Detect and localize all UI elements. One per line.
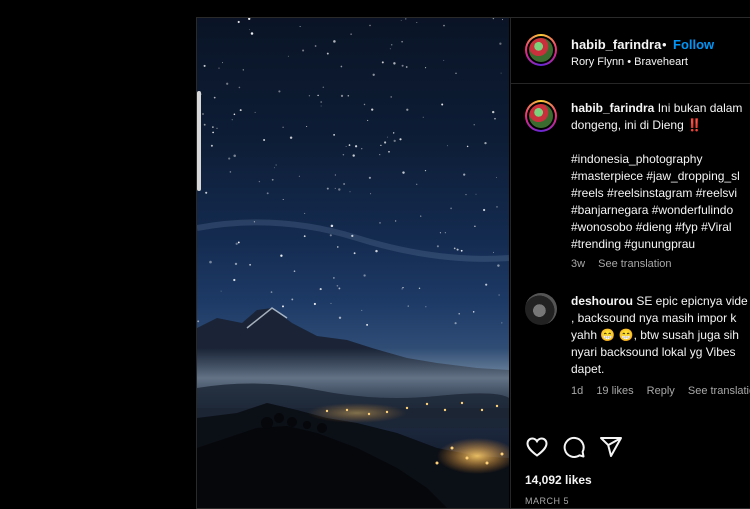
reply-button[interactable]: Reply xyxy=(647,385,675,397)
author-avatar[interactable] xyxy=(525,34,557,66)
comment-line: SE epic epicnya vide xyxy=(633,294,748,308)
comment-time: 1d xyxy=(571,385,584,397)
caption-username[interactable]: habib_farindra xyxy=(571,101,654,115)
media-scroll-handle[interactable] xyxy=(197,91,201,191)
comment-meta: 1d 19 likes Reply See translatio xyxy=(571,385,750,397)
caption-line xyxy=(571,134,750,151)
audio-attribution[interactable]: Rory Flynn • Braveheart xyxy=(571,56,688,68)
comment-line: nyari backsound lokal yg Vibes xyxy=(571,345,736,359)
comment-likes[interactable]: 19 likes xyxy=(596,385,633,397)
caption-line: Ini bukan dalam xyxy=(654,101,743,115)
follow-button[interactable]: Follow xyxy=(673,37,714,52)
instagram-post: habib_farindra • Follow Rory Flynn • Bra… xyxy=(196,17,750,509)
hashtag-line[interactable]: #indonesia_photography xyxy=(571,151,750,168)
comment: deshourou SE epic epicnya vide , backsou… xyxy=(571,293,750,378)
comment-username[interactable]: deshourou xyxy=(571,294,633,308)
hashtag-line[interactable]: #reels #reelsinstagram #reelsvi xyxy=(571,185,750,202)
caption-meta: 3w See translation xyxy=(571,258,682,270)
caption-avatar[interactable] xyxy=(525,100,557,132)
mountain-landscape xyxy=(197,219,509,508)
comment-line: dapet. xyxy=(571,362,605,376)
post-sidebar: habib_farindra • Follow Rory Flynn • Bra… xyxy=(510,18,750,508)
action-bar xyxy=(525,435,750,465)
see-translation-link[interactable]: See translation xyxy=(598,258,671,270)
author-username[interactable]: habib_farindra xyxy=(571,37,661,52)
likes-count[interactable]: 14,092 likes xyxy=(525,473,592,487)
share-icon[interactable] xyxy=(599,435,623,459)
comment-line: yahh 😁 😁, btw susah juga sih xyxy=(571,328,739,342)
separator-dot: • xyxy=(662,37,667,52)
comment-line: , backsound nya masih impor k xyxy=(571,311,737,325)
see-translation-link[interactable]: See translatio xyxy=(688,385,750,397)
heart-icon[interactable] xyxy=(525,435,549,459)
post-date: MARCH 5 xyxy=(525,496,570,506)
caption-time: 3w xyxy=(571,258,586,270)
hashtag-line[interactable]: #wonosobo #dieng #fyp #Viral xyxy=(571,219,750,236)
hashtag-line[interactable]: #masterpiece #jaw_dropping_sl xyxy=(571,168,750,185)
hashtag-line[interactable]: #trending #gunungprau xyxy=(571,236,750,253)
caption-line: dongeng, ini di Dieng ‼️ xyxy=(571,118,703,132)
post-header: habib_farindra • Follow Rory Flynn • Bra… xyxy=(511,18,750,84)
comment-icon[interactable] xyxy=(562,435,586,459)
commenter-avatar[interactable] xyxy=(525,293,557,325)
post-media[interactable] xyxy=(197,18,509,508)
hashtag-line[interactable]: #banjarnegara #wonderfulindo xyxy=(571,202,750,219)
post-caption: habib_farindra Ini bukan dalam dongeng, … xyxy=(571,100,750,253)
